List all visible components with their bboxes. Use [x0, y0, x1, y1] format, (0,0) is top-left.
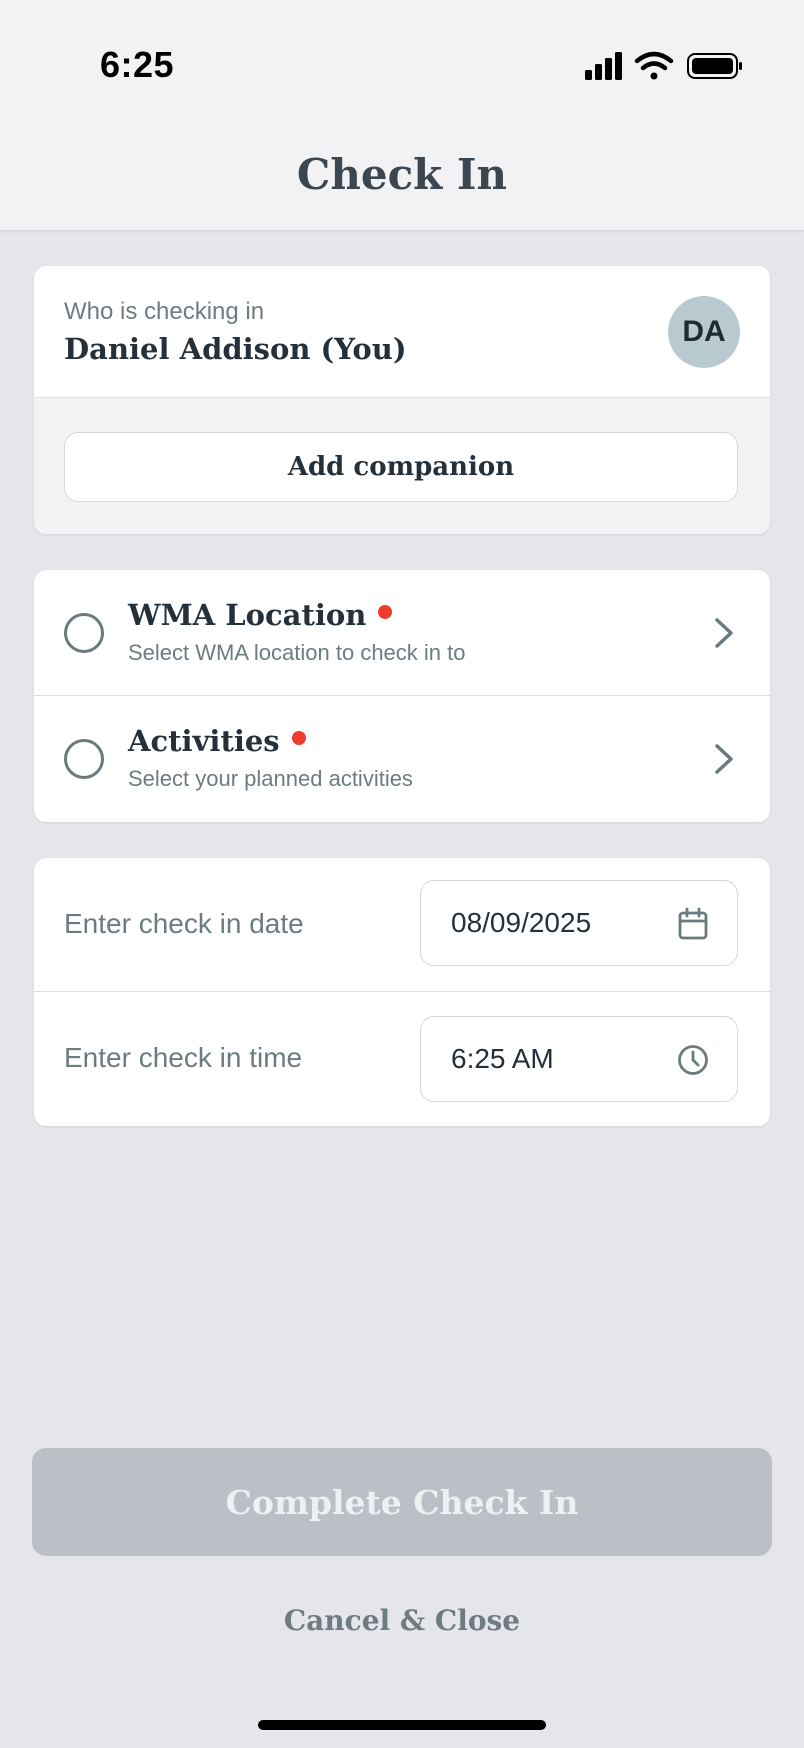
current-user-row: Who is checking in Daniel Addison (You) …: [34, 266, 770, 398]
wma-location-title: WMA Location: [128, 598, 393, 632]
activities-label: Activities: [128, 724, 280, 758]
add-companion-button[interactable]: Add companion: [64, 432, 738, 502]
check-in-date-row: Enter check in date 08/09/2025: [34, 858, 770, 992]
companion-section: Add companion: [34, 398, 770, 534]
wma-location-subtitle: Select WMA location to check in to: [128, 640, 466, 665]
clock-icon[interactable]: [677, 1043, 709, 1077]
complete-check-in-button[interactable]: Complete Check In: [32, 1448, 772, 1556]
avatar: DA: [668, 296, 740, 368]
battery-icon: [687, 53, 742, 79]
check-in-date-label: Enter check in date: [64, 908, 304, 939]
activities-radio[interactable]: [64, 739, 104, 779]
wifi-icon: [634, 51, 674, 80]
datetime-card: Enter check in date 08/09/2025 Enter che…: [34, 858, 770, 1126]
status-icons: [585, 50, 745, 82]
check-in-date-value: 08/09/2025: [451, 907, 592, 938]
check-in-time-label: Enter check in time: [64, 1042, 303, 1073]
user-name: Daniel Addison (You): [64, 332, 407, 366]
check-in-time-row: Enter check in time 6:25 AM: [34, 992, 770, 1126]
activities-subtitle: Select your planned activities: [128, 766, 413, 791]
calendar-icon[interactable]: [677, 907, 709, 941]
wma-location-radio[interactable]: [64, 613, 104, 653]
check-in-date-field[interactable]: 08/09/2025: [420, 880, 738, 966]
status-time: 6:25: [100, 44, 175, 85]
required-dot-icon: [378, 605, 393, 619]
cancel-close-button[interactable]: Cancel & Close: [0, 1604, 804, 1637]
selection-card: WMA Location Select WMA location to chec…: [34, 570, 770, 822]
check-in-time-field[interactable]: 6:25 AM: [420, 1016, 738, 1102]
wma-location-row[interactable]: WMA Location Select WMA location to chec…: [34, 570, 770, 696]
home-indicator: [258, 1720, 546, 1730]
page-title: Check In: [296, 150, 508, 199]
who-card: Who is checking in Daniel Addison (You) …: [34, 266, 770, 534]
wma-location-label: WMA Location: [128, 598, 367, 632]
activities-title: Activities: [128, 724, 306, 758]
cellular-signal-icon: [585, 52, 622, 80]
chevron-right-icon: [715, 618, 733, 648]
who-label: Who is checking in: [64, 298, 265, 325]
activities-row[interactable]: Activities Select your planned activitie…: [34, 696, 770, 822]
chevron-right-icon: [715, 744, 733, 774]
required-dot-icon: [291, 731, 306, 745]
check-in-time-value: 6:25 AM: [451, 1043, 554, 1074]
top-bar: 6:25 Check In: [0, 0, 804, 231]
